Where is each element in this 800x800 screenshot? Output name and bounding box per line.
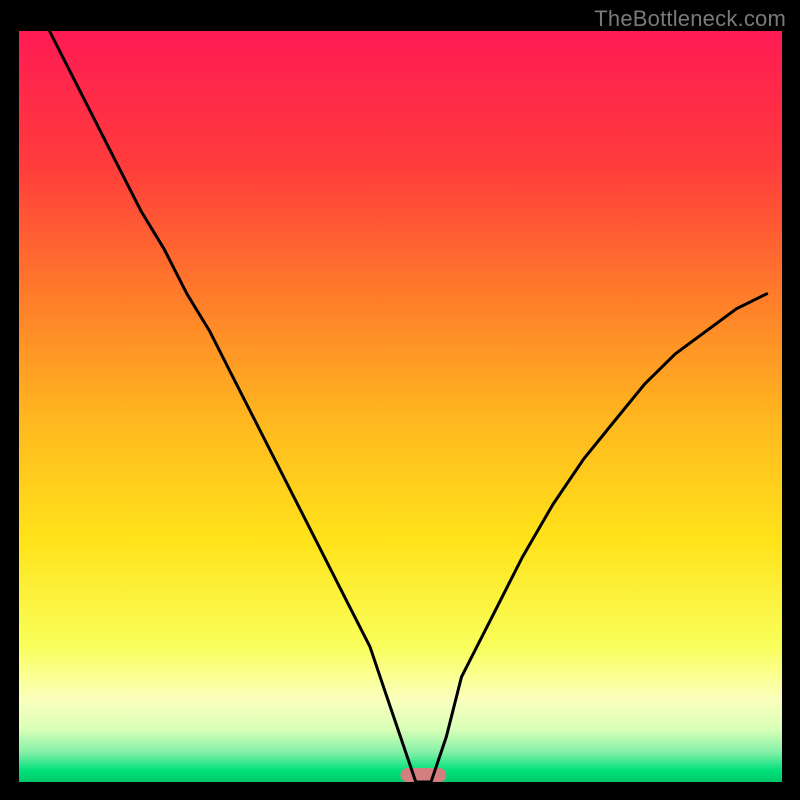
chart-svg (0, 0, 800, 800)
bottleneck-chart (0, 0, 800, 800)
watermark-text: TheBottleneck.com (594, 6, 786, 32)
plot-background (19, 31, 782, 782)
optimal-marker (401, 768, 447, 782)
